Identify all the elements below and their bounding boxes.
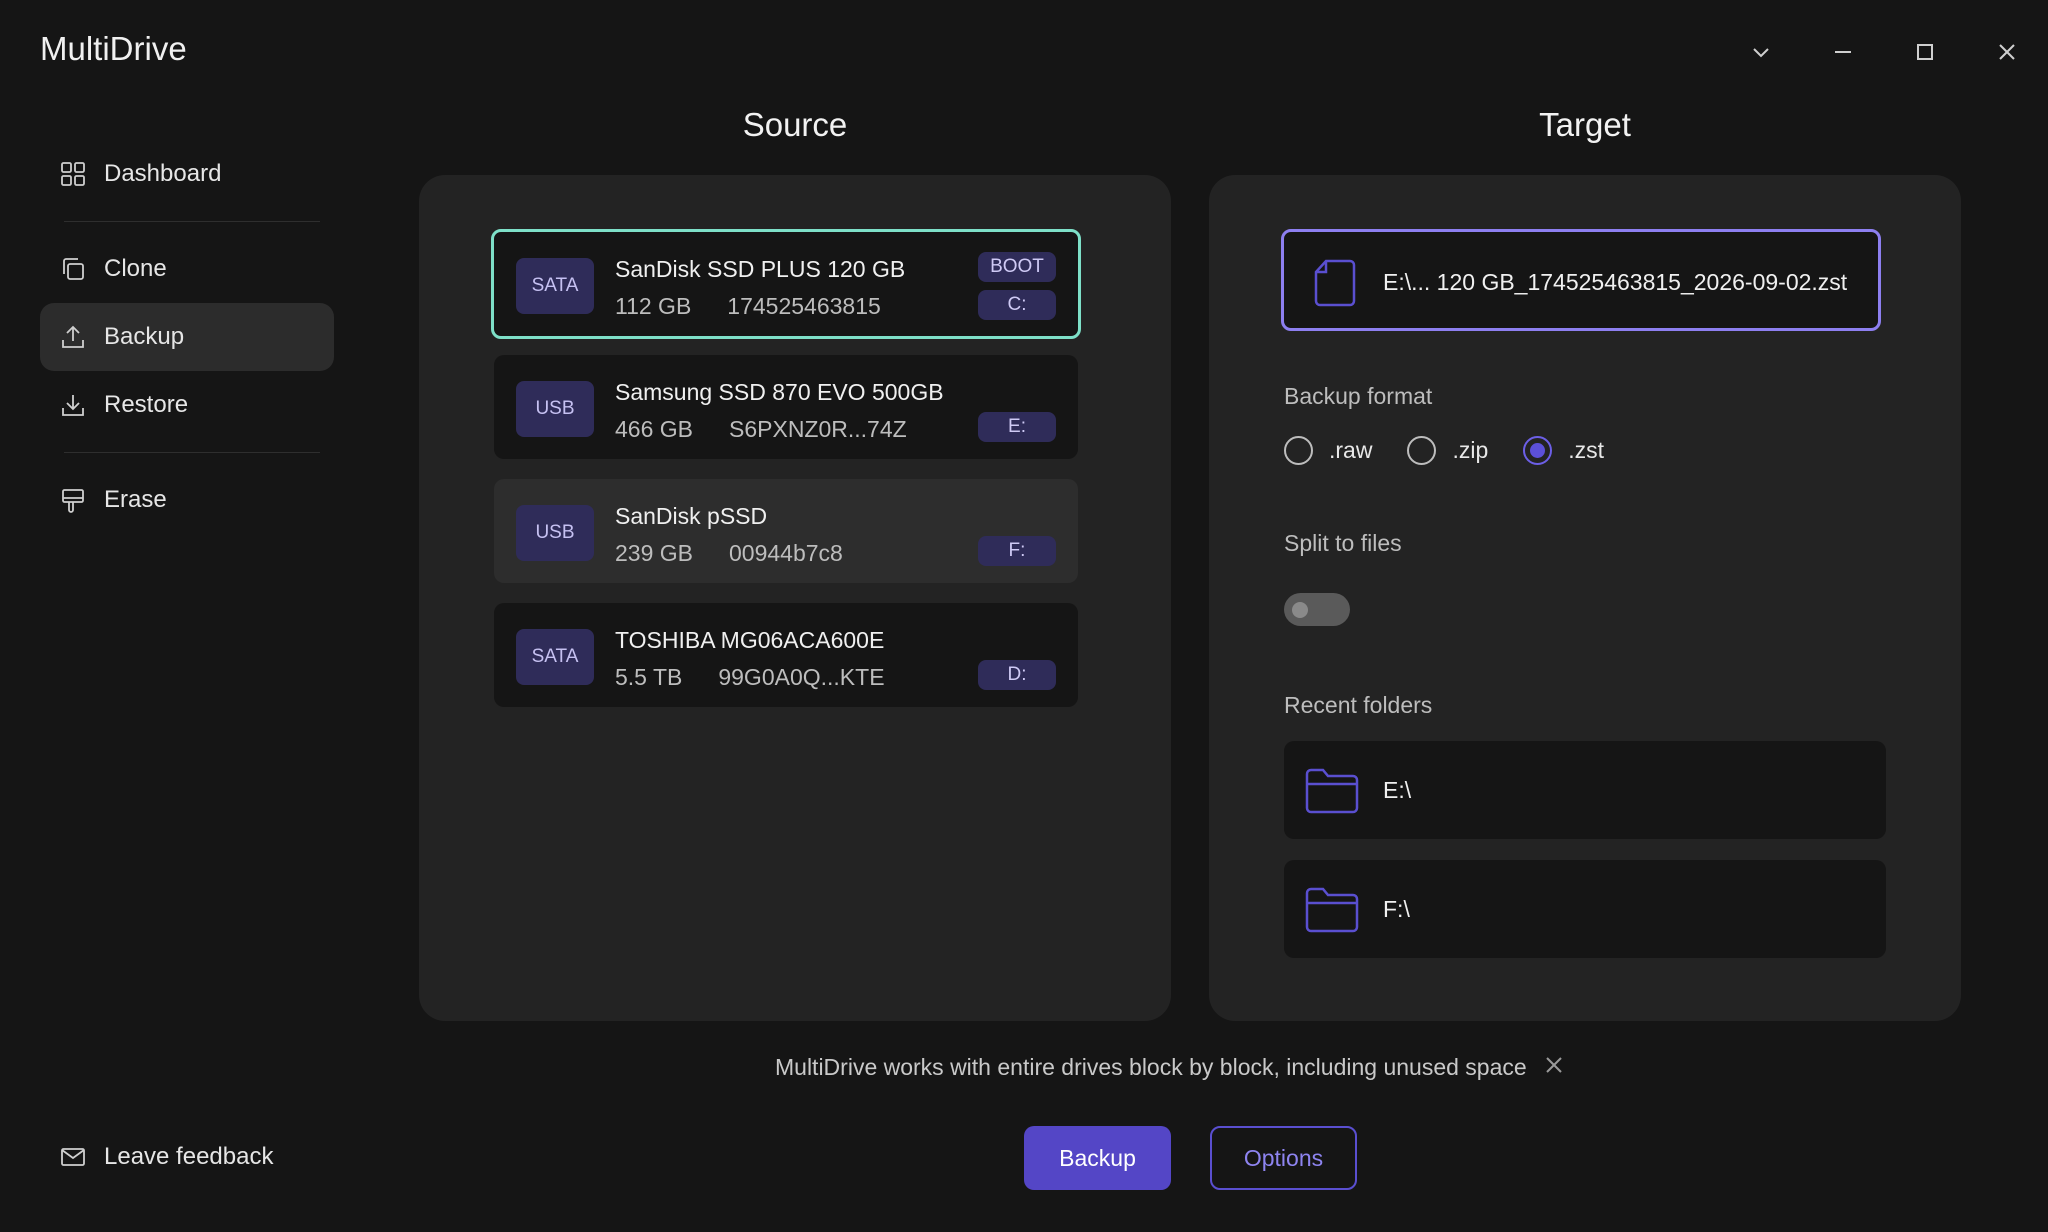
sidebar-item-label: Erase xyxy=(104,486,167,513)
sidebar-item-restore[interactable]: Restore xyxy=(40,371,334,439)
radio-label: .raw xyxy=(1329,437,1373,463)
split-to-files-toggle[interactable] xyxy=(1284,593,1350,626)
drive-serial: 99G0A0Q...KTE xyxy=(718,664,885,690)
drive-name: SanDisk SSD PLUS 120 GB xyxy=(615,256,906,282)
drive-name: TOSHIBA MG06ACA600E xyxy=(615,627,885,653)
file-icon xyxy=(1312,258,1358,313)
drive-meta: 466 GB S6PXNZ0R...74Z xyxy=(615,416,907,443)
source-title: Source xyxy=(742,106,848,143)
divider xyxy=(64,221,320,222)
mail-icon xyxy=(58,1142,88,1172)
info-notice: MultiDrive works with entire drives bloc… xyxy=(775,1054,1569,1081)
drive-serial: 174525463815 xyxy=(727,293,881,319)
drive-letter-badge: C: xyxy=(978,290,1056,320)
drive-type-badge: SATA xyxy=(516,629,594,685)
drive-meta: 5.5 TB 99G0A0Q...KTE xyxy=(615,664,885,691)
drive-serial: 00944b7c8 xyxy=(729,540,843,566)
copy-icon xyxy=(58,254,88,284)
drive-meta: 112 GB 174525463815 xyxy=(615,293,881,320)
drive-meta: 239 GB 00944b7c8 xyxy=(615,540,843,567)
recent-folders-label: Recent folders xyxy=(1284,692,1433,718)
maximize-icon xyxy=(1917,44,1933,60)
drive-name: SanDisk pSSD xyxy=(615,503,768,529)
sidebar-item-label: Clone xyxy=(104,255,167,282)
radio-circle xyxy=(1407,436,1437,465)
drive-item-toshiba[interactable]: SATA TOSHIBA MG06ACA600E 5.5 TB 99G0A0Q..… xyxy=(494,603,1078,707)
folder-icon xyxy=(1304,765,1360,820)
folder-label: E:\ xyxy=(1383,777,1412,803)
close-button[interactable] xyxy=(1966,0,2048,104)
boot-badge: BOOT xyxy=(978,252,1056,282)
sidebar-item-dashboard[interactable]: Dashboard xyxy=(40,140,334,208)
app-title: MultiDrive xyxy=(40,30,187,67)
upload-icon xyxy=(58,322,88,352)
drive-size: 112 GB xyxy=(615,293,692,319)
divider xyxy=(64,452,320,453)
sidebar-item-backup[interactable]: Backup xyxy=(40,303,334,371)
drive-item-sandisk-ssd-plus[interactable]: SATA SanDisk SSD PLUS 120 GB 112 GB 17452… xyxy=(491,229,1081,339)
target-file-selector[interactable]: E:\... 120 GB_174525463815_2026-09-02.zs… xyxy=(1281,229,1881,331)
radio-label: .zip xyxy=(1452,437,1489,463)
drive-letter-badge: D: xyxy=(978,660,1056,690)
backup-format-radio-group: .raw .zip .zst xyxy=(1284,436,1639,465)
radio-circle xyxy=(1523,436,1553,465)
format-radio-raw[interactable]: .raw xyxy=(1284,436,1372,465)
drive-size: 466 GB xyxy=(615,416,693,442)
chevron-down-icon xyxy=(1753,48,1769,58)
backup-button[interactable]: Backup xyxy=(1024,1126,1171,1190)
folder-label: F:\ xyxy=(1383,896,1410,922)
target-file-path: E:\... 120 GB_174525463815_2026-09-02.zs… xyxy=(1383,269,1848,295)
target-title: Target xyxy=(1539,106,1631,143)
drive-type-badge: SATA xyxy=(516,258,594,314)
folder-icon xyxy=(1304,884,1360,939)
window-controls xyxy=(1720,0,2048,104)
drive-item-sandisk-pssd[interactable]: USB SanDisk pSSD 239 GB 00944b7c8 F: xyxy=(494,479,1078,583)
drive-name: Samsung SSD 870 EVO 500GB xyxy=(615,379,944,405)
download-icon xyxy=(58,390,88,420)
sidebar-item-label: Restore xyxy=(104,391,189,418)
options-button[interactable]: Options xyxy=(1210,1126,1357,1190)
target-panel: E:\... 120 GB_174525463815_2026-09-02.zs… xyxy=(1209,175,1961,1021)
dropdown-button[interactable] xyxy=(1720,0,1802,104)
format-radio-zst[interactable]: .zst xyxy=(1523,436,1604,465)
sidebar-item-label: Dashboard xyxy=(104,160,222,187)
recent-folder-item[interactable]: E:\ xyxy=(1284,741,1886,839)
leave-feedback-button[interactable]: Leave feedback xyxy=(40,1123,273,1191)
backup-format-label: Backup format xyxy=(1284,383,1433,409)
feedback-label: Leave feedback xyxy=(104,1143,274,1170)
grid-icon xyxy=(58,159,88,189)
split-to-files-label: Split to files xyxy=(1284,530,1402,556)
radio-label: .zst xyxy=(1568,437,1605,463)
sidebar-item-label: Backup xyxy=(104,323,185,350)
radio-circle xyxy=(1284,436,1313,465)
maximize-button[interactable] xyxy=(1884,0,1966,104)
drive-type-badge: USB xyxy=(516,505,594,561)
format-radio-zip[interactable]: .zip xyxy=(1407,436,1488,465)
close-icon xyxy=(1999,44,2015,60)
toggle-knob xyxy=(1292,602,1308,618)
sidebar: Dashboard Clone Backup Restore Erase xyxy=(40,140,334,534)
sidebar-item-erase[interactable]: Erase xyxy=(40,466,334,534)
source-panel: SATA SanDisk SSD PLUS 120 GB 112 GB 17452… xyxy=(419,175,1171,1021)
dismiss-notice-button[interactable] xyxy=(1545,1056,1569,1080)
drive-item-samsung-ssd-870[interactable]: USB Samsung SSD 870 EVO 500GB 466 GB S6PX… xyxy=(494,355,1078,459)
close-icon xyxy=(1545,1056,1562,1073)
sidebar-item-clone[interactable]: Clone xyxy=(40,235,334,303)
drive-letter-badge: F: xyxy=(978,536,1056,566)
minimize-button[interactable] xyxy=(1802,0,1884,104)
notice-text: MultiDrive works with entire drives bloc… xyxy=(775,1054,1527,1080)
drive-letter-badge: E: xyxy=(978,412,1056,442)
drive-type-badge: USB xyxy=(516,381,594,437)
minimize-icon xyxy=(1835,51,1851,53)
drive-serial: S6PXNZ0R...74Z xyxy=(729,416,907,442)
eraser-icon xyxy=(58,485,88,515)
recent-folder-item[interactable]: F:\ xyxy=(1284,860,1886,958)
drive-size: 239 GB xyxy=(615,540,693,566)
drive-size: 5.5 TB xyxy=(615,664,683,690)
